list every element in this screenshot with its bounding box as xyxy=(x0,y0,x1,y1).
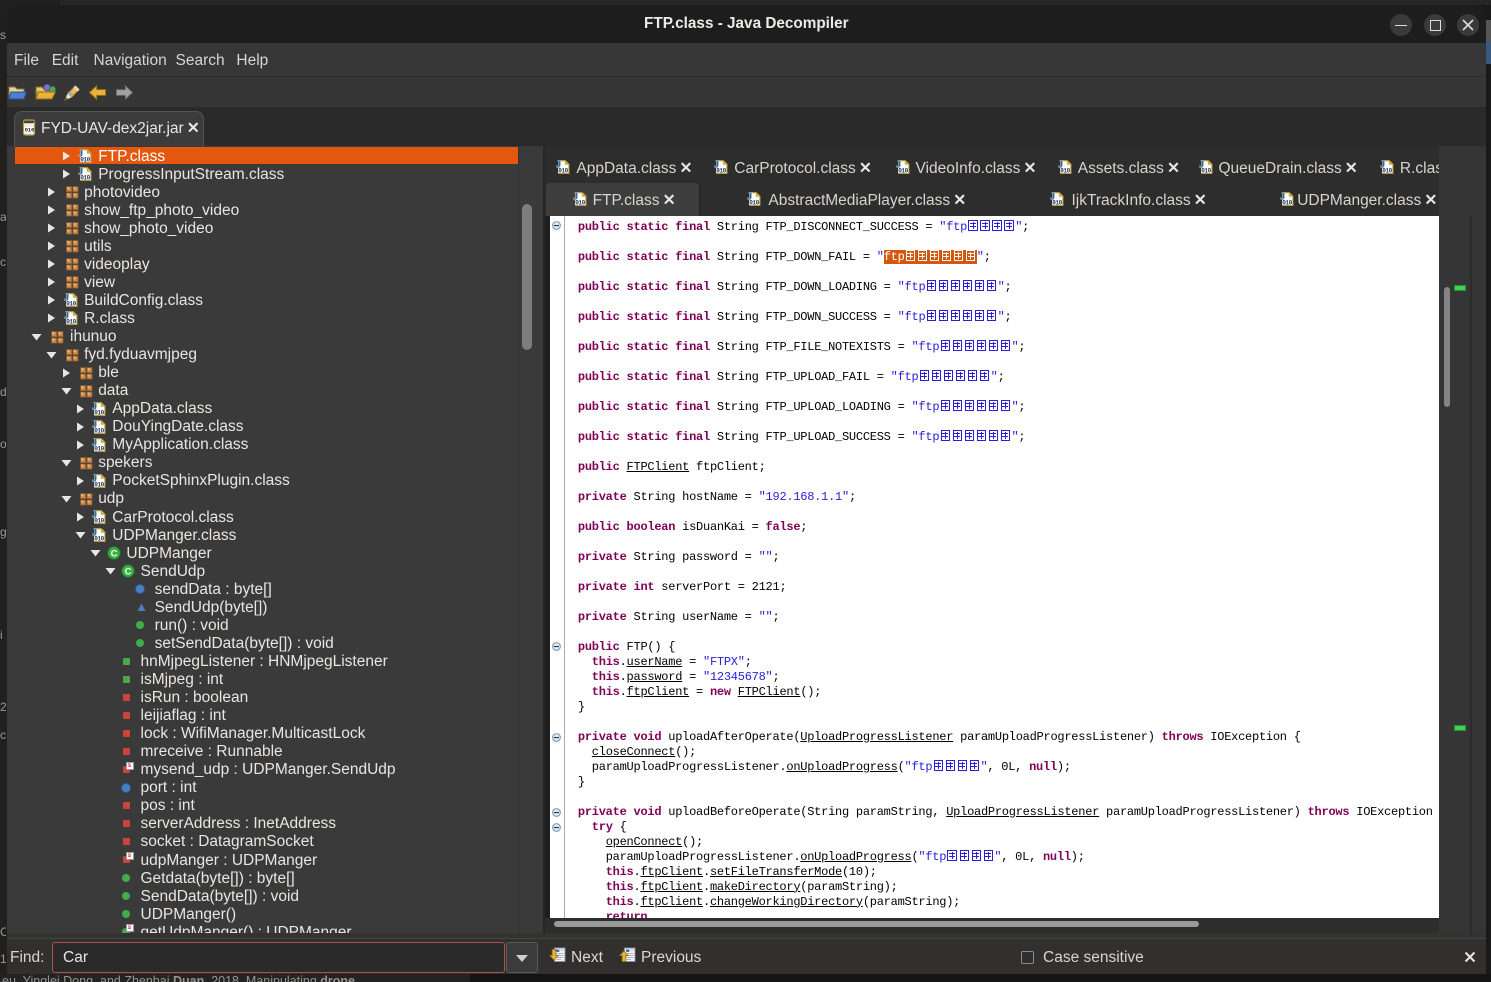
svg-text:010: 010 xyxy=(66,301,76,308)
svg-text:010: 010 xyxy=(1382,168,1392,175)
svg-text:010: 010 xyxy=(1052,200,1062,207)
svg-text:010: 010 xyxy=(94,409,104,416)
svg-text:010: 010 xyxy=(559,168,569,175)
svg-text:010: 010 xyxy=(94,518,104,525)
svg-text:010: 010 xyxy=(575,200,585,207)
svg-text:010: 010 xyxy=(898,168,908,175)
svg-text:010: 010 xyxy=(94,536,104,543)
svg-text:010: 010 xyxy=(1282,200,1292,207)
svg-text:010: 010 xyxy=(80,175,90,182)
svg-text:010: 010 xyxy=(94,481,104,488)
svg-text:C: C xyxy=(110,548,117,559)
svg-text:010: 010 xyxy=(25,127,35,133)
svg-text:010: 010 xyxy=(80,157,90,164)
svg-text:010: 010 xyxy=(749,200,759,207)
svg-text:010: 010 xyxy=(1060,168,1070,175)
svg-text:010: 010 xyxy=(94,445,104,452)
svg-text:C: C xyxy=(125,567,132,578)
svg-text:010: 010 xyxy=(94,427,104,434)
svg-text:010: 010 xyxy=(66,319,76,326)
svg-text:010: 010 xyxy=(1201,168,1211,175)
svg-text:010: 010 xyxy=(716,168,726,175)
